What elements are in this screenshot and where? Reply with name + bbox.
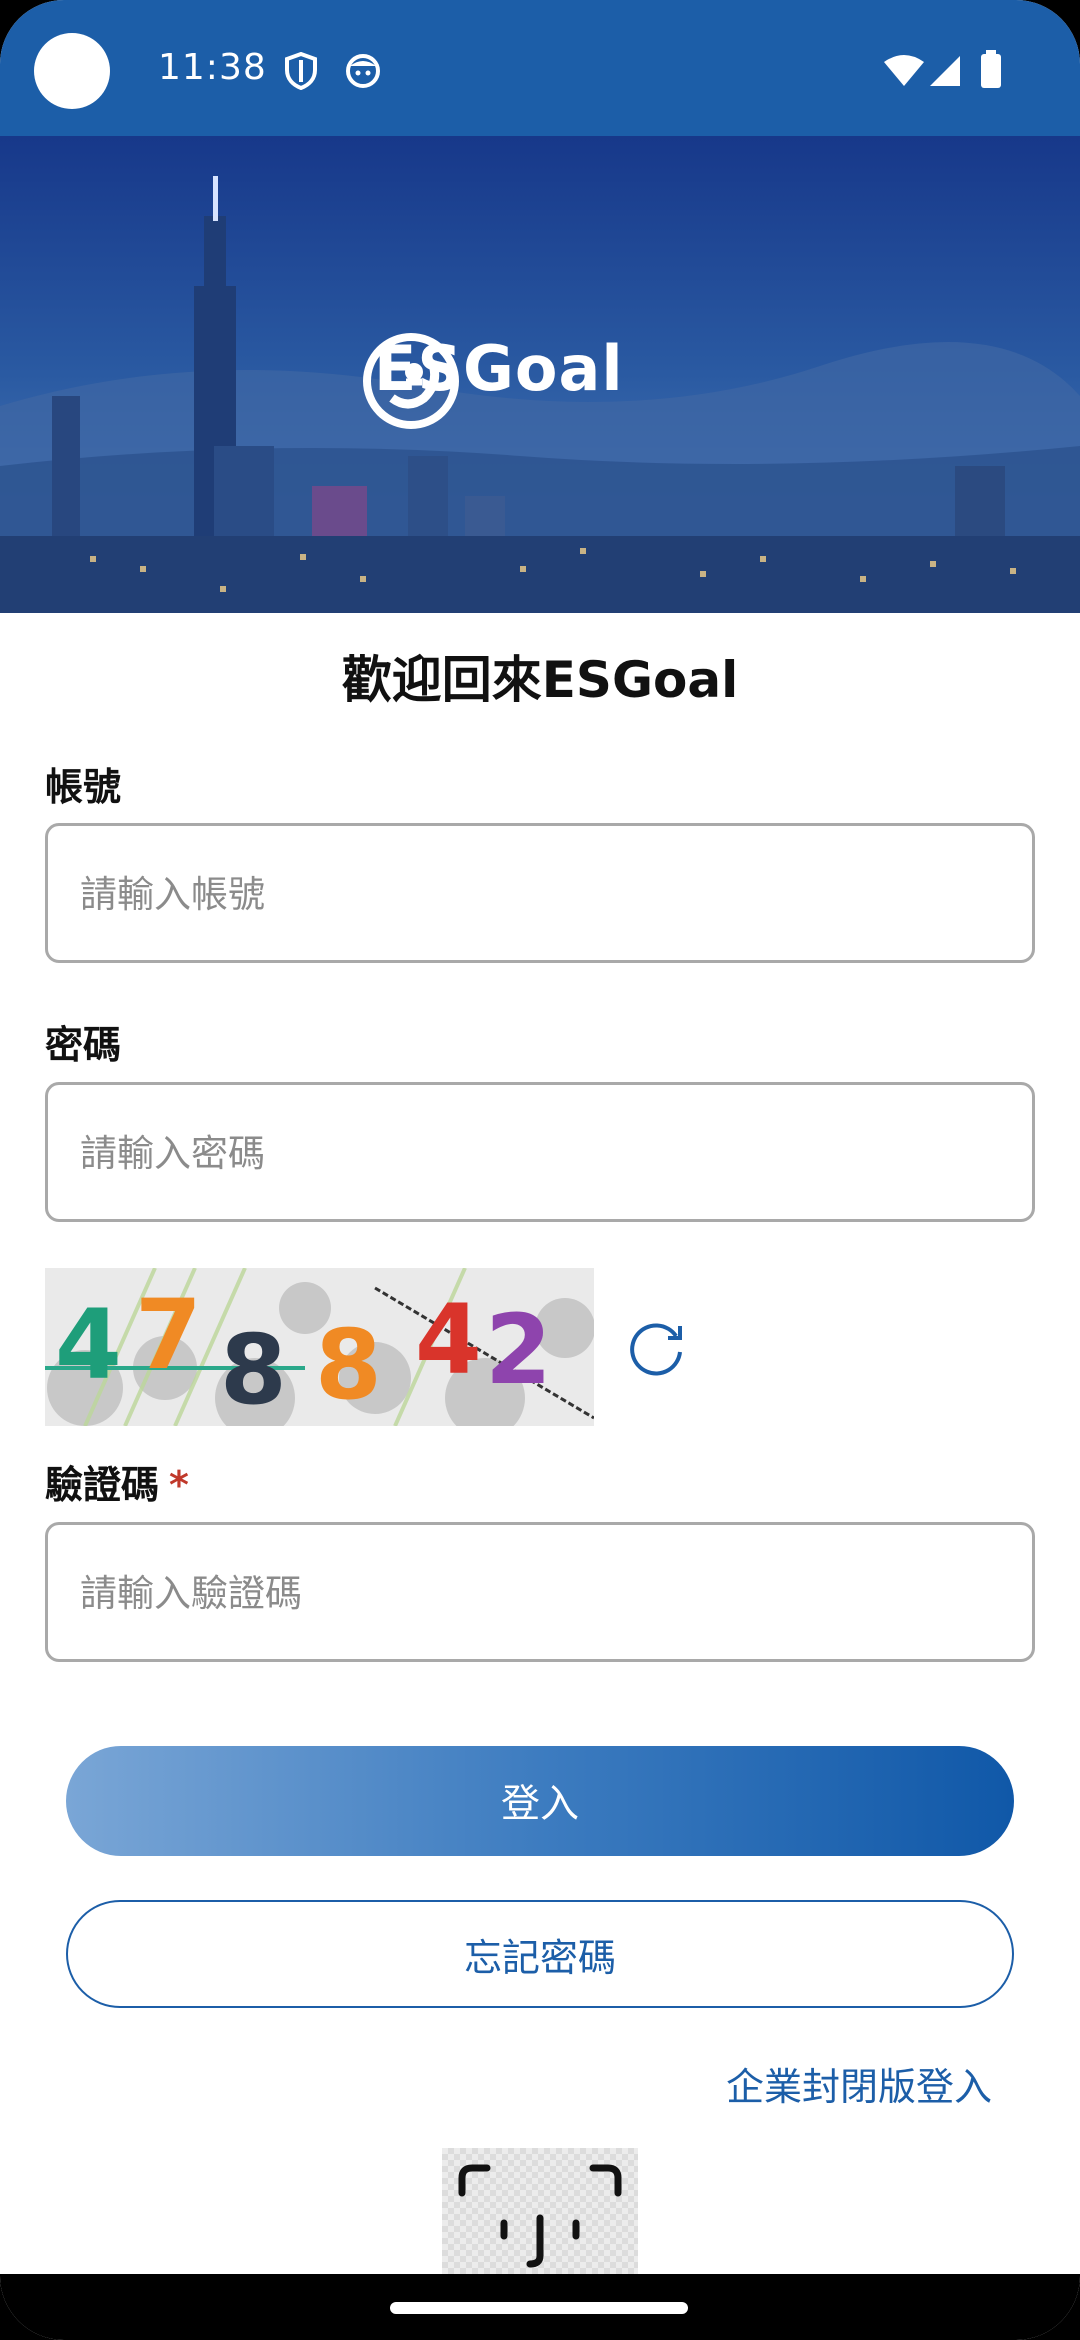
hero-banner: ESGoal [0, 136, 1080, 613]
battery-icon [981, 50, 1001, 88]
account-field [45, 823, 1035, 963]
phone-screen: 11:38 ESGoal 歡迎回來ESGoal 帳號 請輸入帳號 密碼 4 7 … [0, 0, 1080, 2340]
password-field [45, 1082, 1035, 1222]
required-mark: * [169, 1463, 189, 1507]
forgot-password-button[interactable]: 忘記密碼 [66, 1900, 1014, 2008]
account-input[interactable] [78, 826, 1002, 962]
status-time: 11:38 [158, 47, 267, 88]
esgoal-logo: ESGoal [362, 332, 624, 429]
captcha-label: 驗證碼 * [45, 1454, 189, 1509]
captcha-char: 8 [315, 1309, 382, 1421]
account-label: 帳號 [45, 765, 122, 809]
captcha-label-text: 驗證碼 [45, 1463, 160, 1507]
face-id-button[interactable] [442, 2148, 638, 2278]
esgoal-logo-icon [363, 333, 459, 429]
captcha-input[interactable] [78, 1525, 1002, 1661]
captcha-char: 7 [135, 1279, 202, 1391]
face-icon [346, 54, 380, 88]
captcha-char: 4 [55, 1289, 122, 1401]
shield-icon [285, 52, 317, 90]
captcha-char: 4 [415, 1284, 482, 1396]
signal-icon [930, 56, 960, 86]
face-id-icon [458, 2164, 622, 2268]
login-button[interactable]: 登入 [66, 1746, 1014, 1856]
page-title: 歡迎回來ESGoal [341, 651, 739, 709]
captcha-noise: 4 7 8 8 4 2 [45, 1268, 594, 1426]
enterprise-login-link[interactable]: 企業封閉版登入 [726, 2056, 992, 2111]
status-bar: 11:38 [0, 0, 1080, 136]
captcha-image: 4 7 8 8 4 2 [45, 1268, 594, 1426]
captcha-field [45, 1522, 1035, 1662]
password-input[interactable] [78, 1085, 1002, 1221]
home-gesture-handle[interactable] [390, 2302, 688, 2314]
refresh-captcha-icon[interactable] [624, 1316, 688, 1380]
captcha-char: 8 [220, 1314, 287, 1426]
captcha-char: 2 [485, 1294, 552, 1406]
password-label: 密碼 [45, 1023, 122, 1067]
camera-dot [34, 33, 110, 109]
wifi-icon [884, 55, 924, 86]
